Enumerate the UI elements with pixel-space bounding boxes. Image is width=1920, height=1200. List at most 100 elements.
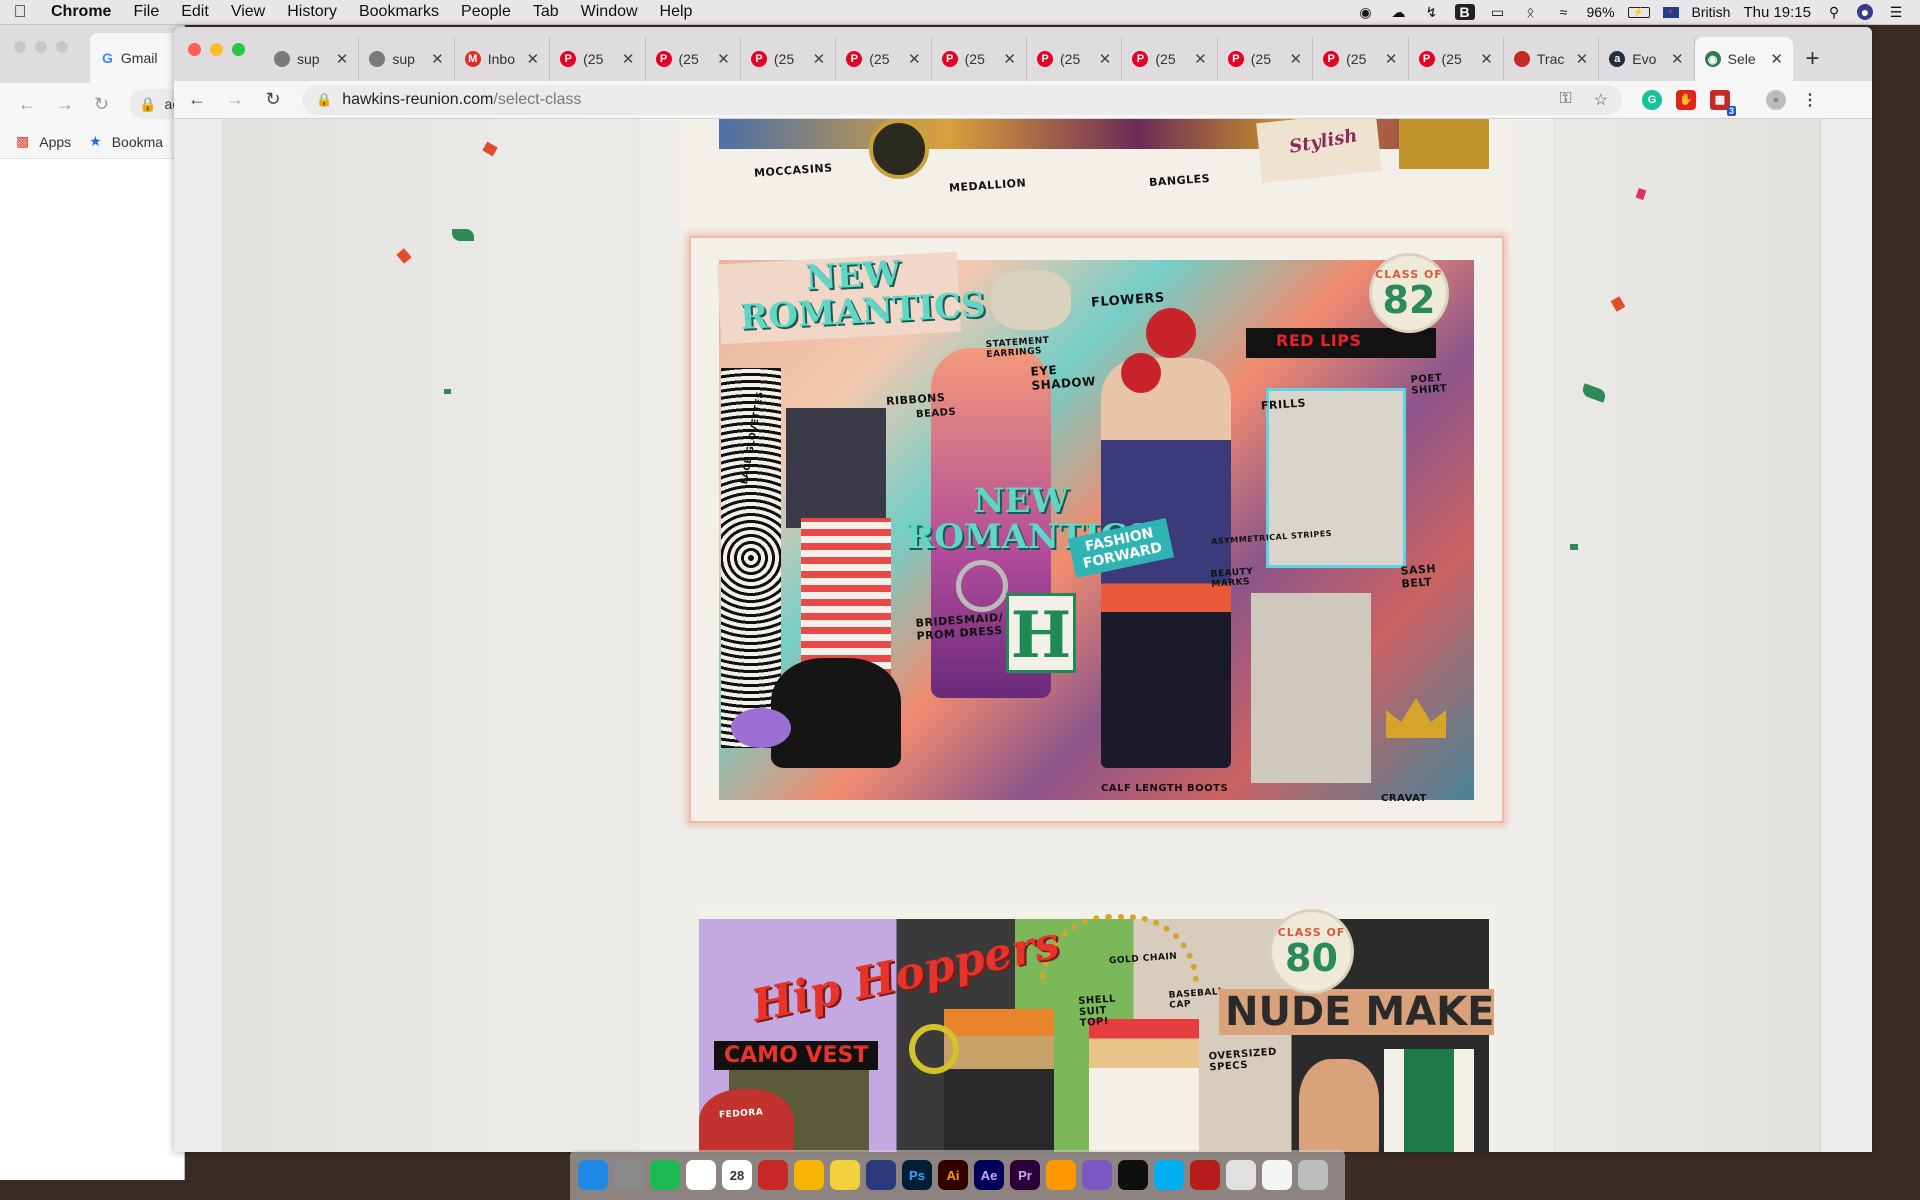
bookmark-item[interactable]: Bookma	[112, 134, 163, 150]
premiere-icon[interactable]: Pr	[1010, 1160, 1040, 1190]
chrome-icon[interactable]	[686, 1160, 716, 1190]
finder-icon[interactable]	[578, 1160, 608, 1190]
back-arrow-icon[interactable]: ←	[188, 89, 206, 110]
extension-badge-icon[interactable]: ▦ 3	[1710, 89, 1736, 116]
stickies-icon[interactable]	[830, 1160, 860, 1190]
system-prefs-icon[interactable]	[614, 1160, 644, 1190]
wifi-icon[interactable]: ≈	[1554, 4, 1574, 20]
bluetooth-icon[interactable]: ᛟ	[1521, 4, 1541, 20]
calendar-icon[interactable]: 28	[722, 1160, 752, 1190]
forward-arrow-icon[interactable]: →	[226, 89, 244, 110]
menu-file[interactable]: File	[122, 3, 170, 21]
close-tab-icon[interactable]: ✕	[1099, 50, 1112, 68]
zoom-light-icon[interactable]	[56, 41, 68, 53]
tab-active-select-class[interactable]: ◉ Sele ✕	[1694, 37, 1793, 81]
airplay-icon[interactable]: ▭	[1488, 4, 1508, 20]
close-tab-icon[interactable]: ✕	[622, 50, 635, 68]
close-tab-icon[interactable]: ✕	[717, 50, 730, 68]
siri-icon[interactable]: ●	[1857, 4, 1873, 20]
tab-trac[interactable]: Trac ✕	[1504, 37, 1600, 81]
uk-flag-icon[interactable]: +	[1662, 6, 1679, 18]
close-tab-icon[interactable]: ✕	[527, 50, 540, 68]
close-tab-icon[interactable]: ✕	[1770, 50, 1783, 68]
menu-people[interactable]: People	[450, 3, 522, 21]
close-tab-icon[interactable]: ✕	[1003, 50, 1016, 68]
tab-pinterest[interactable]: P (25 ✕	[741, 37, 837, 81]
preview-icon[interactable]	[1226, 1160, 1256, 1190]
minimize-light-icon[interactable]	[35, 41, 47, 53]
spotify-icon[interactable]	[650, 1160, 680, 1190]
close-tab-icon[interactable]: ✕	[1671, 50, 1684, 68]
tab-globe[interactable]: sup ✕	[359, 37, 455, 81]
class-card-new-romantics[interactable]: NEW ROMANTICS NEW ROMANTICS FASHION FORW…	[689, 236, 1504, 823]
menu-edit[interactable]: Edit	[170, 3, 220, 21]
close-tab-icon[interactable]: ✕	[813, 50, 826, 68]
tab-pinterest[interactable]: P (25 ✕	[1027, 37, 1123, 81]
cinema4d-icon[interactable]	[866, 1160, 896, 1190]
creative-cloud-icon[interactable]: ◉	[1356, 4, 1376, 20]
trash-icon[interactable]	[1298, 1160, 1328, 1190]
bolt-icon[interactable]: ↯	[1422, 4, 1442, 20]
tab-pinterest[interactable]: P (25 ✕	[646, 37, 741, 81]
close-tab-icon[interactable]: ✕	[1290, 50, 1303, 68]
bookmark-apps[interactable]: Apps	[39, 134, 71, 150]
tab-pinterest[interactable]: P (25 ✕	[1218, 37, 1314, 81]
acrobat-icon[interactable]	[1190, 1160, 1220, 1190]
menu-view[interactable]: View	[220, 3, 276, 21]
grammarly-icon[interactable]: G	[1642, 89, 1662, 110]
clock[interactable]: Thu 19:15	[1743, 4, 1811, 21]
zoom-window-icon[interactable]	[232, 43, 245, 56]
pcloud-icon[interactable]	[1082, 1160, 1112, 1190]
class-card-previous[interactable]: MOCCASINS MEDALLION BANGLES Stylish	[679, 119, 1514, 254]
close-tab-icon[interactable]: ✕	[336, 50, 349, 68]
photoshop-icon[interactable]: Ps	[902, 1160, 932, 1190]
input-source-label[interactable]: British	[1692, 4, 1731, 20]
close-window-icon[interactable]	[188, 43, 201, 56]
close-tab-icon[interactable]: ✕	[431, 50, 444, 68]
adblock-icon[interactable]: ✋	[1676, 89, 1696, 110]
bookmark-star-icon[interactable]: ☆	[1594, 90, 1608, 110]
apple-icon[interactable]: 	[0, 2, 40, 22]
apps-grid-icon[interactable]: ▩	[16, 133, 29, 150]
forward-arrow-icon[interactable]: →	[56, 94, 74, 115]
cloud-upload-icon[interactable]: ☁	[1389, 4, 1409, 20]
tab-pinterest[interactable]: P (25 ✕	[1122, 37, 1218, 81]
address-bar[interactable]: 🔒 hawkins-reunion.com/select-class ⚿ ☆	[302, 84, 1622, 115]
close-tab-icon[interactable]: ✕	[1385, 50, 1398, 68]
menu-window[interactable]: Window	[570, 3, 649, 21]
close-tab-icon[interactable]: ✕	[1576, 50, 1589, 68]
close-light-icon[interactable]	[14, 41, 26, 53]
close-tab-icon[interactable]: ✕	[1480, 50, 1493, 68]
sublime-icon[interactable]	[1046, 1160, 1076, 1190]
menu-app-name[interactable]: Chrome	[40, 3, 122, 21]
documents-icon[interactable]	[1262, 1160, 1292, 1190]
scrivener-icon[interactable]	[758, 1160, 788, 1190]
tab-pinterest[interactable]: P (25 ✕	[550, 37, 646, 81]
reload-icon[interactable]: ↻	[94, 94, 109, 115]
illustrator-icon[interactable]: Ai	[938, 1160, 968, 1190]
skype-icon[interactable]	[1154, 1160, 1184, 1190]
class-card-hip-hoppers[interactable]: Hip Hoppers CAMO VEST GOLD CHAIN BASEBAL…	[699, 909, 1494, 1152]
tab-amazon[interactable]: a Evo ✕	[1599, 37, 1695, 81]
sketch-icon[interactable]	[794, 1160, 824, 1190]
lock-icon[interactable]: 🔒	[316, 92, 332, 108]
menu-tab[interactable]: Tab	[522, 3, 570, 21]
menu-help[interactable]: Help	[649, 3, 704, 21]
battery-icon[interactable]: ⚡	[1627, 6, 1650, 18]
menu-bookmarks[interactable]: Bookmarks	[348, 3, 450, 21]
tab-pinterest[interactable]: P (25 ✕	[836, 37, 932, 81]
tab-pinterest[interactable]: P (25 ✕	[932, 37, 1027, 81]
tab-pinterest[interactable]: P (25 ✕	[1409, 37, 1504, 81]
notification-center-icon[interactable]: ☰	[1886, 4, 1906, 20]
reload-icon[interactable]: ↻	[264, 89, 282, 110]
key-icon[interactable]: ⚿	[1559, 90, 1571, 110]
tab-pinterest[interactable]: P (25 ✕	[1313, 37, 1409, 81]
battery-percent[interactable]: 96%	[1587, 4, 1615, 20]
status-b-icon[interactable]: B	[1454, 4, 1475, 20]
close-tab-icon[interactable]: ✕	[1194, 50, 1207, 68]
aftereffects-icon[interactable]: Ae	[974, 1160, 1004, 1190]
new-tab-button[interactable]: +	[1793, 37, 1832, 81]
close-tab-icon[interactable]: ✕	[908, 50, 921, 68]
chrome-menu-icon[interactable]: ⋮	[1800, 90, 1820, 110]
minimize-window-icon[interactable]	[210, 43, 223, 56]
